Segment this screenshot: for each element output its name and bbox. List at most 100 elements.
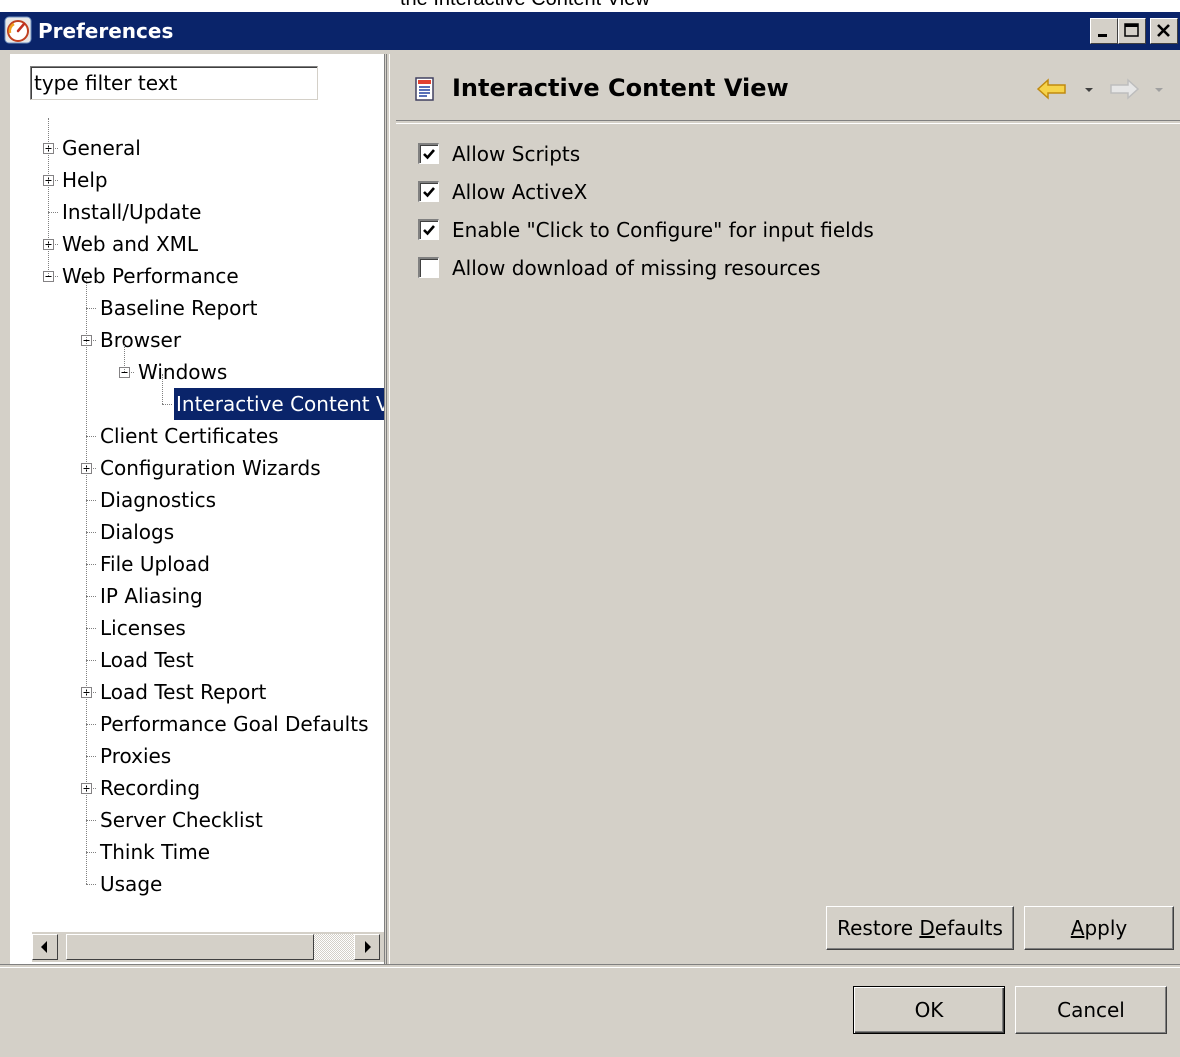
close-icon <box>1157 24 1170 37</box>
tree-item[interactable]: Configuration Wizards <box>10 452 384 484</box>
tree-item[interactable]: Performance Goal Defaults <box>10 708 384 740</box>
checkmark-icon <box>423 187 435 198</box>
ok-button[interactable]: OK <box>853 986 1005 1034</box>
close-button[interactable] <box>1150 18 1178 44</box>
tree-connector <box>162 404 172 406</box>
scroll-thumb[interactable] <box>66 934 314 960</box>
tree-guide-line <box>86 278 88 884</box>
tree-item-label: File Upload <box>100 552 210 576</box>
tree-item[interactable]: Proxies <box>10 740 384 772</box>
tree-item-label: Baseline Report <box>100 296 258 320</box>
checkbox-checked[interactable] <box>418 219 439 240</box>
tree-item-label: Dialogs <box>100 520 175 544</box>
tree-item-label: Web and XML <box>62 232 199 256</box>
scroll-left-button[interactable] <box>32 934 58 960</box>
footer-separator <box>0 964 1180 968</box>
top-caption-text: the Interactive Content View <box>400 0 650 11</box>
scroll-track[interactable] <box>314 934 354 960</box>
minimize-button[interactable] <box>1090 18 1118 44</box>
tree-item-label: Proxies <box>100 744 172 768</box>
tree-item-label: IP Aliasing <box>100 584 203 608</box>
page-document-icon <box>415 77 434 101</box>
arrow-right-icon <box>365 941 371 953</box>
tree-item-label: Usage <box>100 872 163 896</box>
apply-button[interactable]: Apply <box>1024 906 1174 950</box>
tree-item-label: Server Checklist <box>100 808 263 832</box>
top-caption-strip: the Interactive Content View <box>0 0 1180 12</box>
scroll-right-button[interactable] <box>354 934 380 960</box>
option-label: Allow download of missing resources <box>452 256 821 280</box>
tree-item-label: Recording <box>100 776 201 800</box>
tree-item[interactable]: Load Test <box>10 644 384 676</box>
tree-item-label: Windows <box>138 360 228 384</box>
forward-arrow-icon[interactable] <box>1108 78 1140 100</box>
tree-item[interactable]: Think Time <box>10 836 384 868</box>
tree-item-label: Think Time <box>100 840 211 864</box>
tree-item-label: Diagnostics <box>100 488 217 512</box>
tree-item[interactable]: Server Checklist <box>10 804 384 836</box>
tree-item[interactable]: Interactive Content View <box>10 388 384 420</box>
tree-item[interactable]: Web Performance <box>10 260 384 292</box>
checkbox-checked[interactable] <box>418 143 439 164</box>
cancel-button[interactable]: Cancel <box>1015 986 1167 1034</box>
tree-item[interactable]: Client Certificates <box>10 420 384 452</box>
checkmark-icon <box>423 149 435 160</box>
window-title: Preferences <box>38 19 174 43</box>
tree-guide-line <box>162 374 164 404</box>
tree-item-label: Load Test <box>100 648 194 672</box>
header-separator <box>396 120 1180 124</box>
preferences-gauge-icon <box>4 16 32 44</box>
page-title: Interactive Content View <box>452 74 789 102</box>
tree-item-label: Help <box>62 168 108 192</box>
tree-item[interactable]: Windows <box>10 356 384 388</box>
option-label: Enable "Click to Configure" for input fi… <box>452 218 874 242</box>
tree-item-label: General <box>62 136 141 160</box>
preferences-window: Preferences General Help Install/Update Web… <box>0 12 1180 1057</box>
page-header: Interactive Content View <box>396 60 1180 116</box>
tree-item[interactable]: Web and XML <box>10 228 384 260</box>
arrow-left-icon <box>41 941 47 953</box>
checkmark-icon <box>423 225 435 236</box>
tree-item-label: Configuration Wizards <box>100 456 321 480</box>
tree-item[interactable]: Browser <box>10 324 384 356</box>
panel-divider <box>386 54 390 964</box>
tree-item[interactable]: Licenses <box>10 612 384 644</box>
back-arrow-icon[interactable] <box>1036 78 1068 100</box>
preference-tree-panel: General Help Install/Update Web and XML Web … <box>10 54 385 964</box>
tree-item[interactable]: Usage <box>10 868 384 900</box>
tree-item-label: Browser <box>100 328 182 352</box>
maximize-icon <box>1124 23 1139 37</box>
tree-item-label: Install/Update <box>62 200 202 224</box>
filter-input[interactable] <box>30 66 318 100</box>
tree-horizontal-scrollbar[interactable] <box>32 932 384 962</box>
restore-defaults-button[interactable]: Restore Defaults <box>826 906 1014 950</box>
tree-item[interactable]: Recording <box>10 772 384 804</box>
minimize-icon <box>1098 34 1107 37</box>
tree-item[interactable]: Baseline Report <box>10 292 384 324</box>
forward-history-dropdown-icon[interactable] <box>1154 86 1164 94</box>
option-label: Allow Scripts <box>452 142 581 166</box>
tree-item-label: Client Certificates <box>100 424 279 448</box>
tree-guide-line <box>48 118 50 276</box>
preference-tree[interactable]: General Help Install/Update Web and XML Web … <box>10 54 384 934</box>
back-history-dropdown-icon[interactable] <box>1084 86 1094 94</box>
tree-item-label: Performance Goal Defaults <box>100 712 369 736</box>
tree-item-label: Licenses <box>100 616 186 640</box>
tree-item[interactable]: General <box>10 132 384 164</box>
tree-guide-line <box>124 342 126 372</box>
tree-item[interactable]: Load Test Report <box>10 676 384 708</box>
checkbox-unchecked[interactable] <box>418 257 439 278</box>
tree-connector <box>86 884 96 886</box>
tree-item-label: Interactive Content View <box>174 388 384 420</box>
tree-item[interactable]: File Upload <box>10 548 384 580</box>
maximize-button[interactable] <box>1118 18 1146 44</box>
tree-item[interactable]: Install/Update <box>10 196 384 228</box>
tree-item-label: Load Test Report <box>100 680 267 704</box>
option-label: Allow ActiveX <box>452 180 588 204</box>
tree-item[interactable]: Diagnostics <box>10 484 384 516</box>
tree-item[interactable]: Help <box>10 164 384 196</box>
tree-item[interactable]: IP Aliasing <box>10 580 384 612</box>
title-bar[interactable]: Preferences <box>0 12 1180 50</box>
tree-item[interactable]: Dialogs <box>10 516 384 548</box>
checkbox-checked[interactable] <box>418 181 439 202</box>
